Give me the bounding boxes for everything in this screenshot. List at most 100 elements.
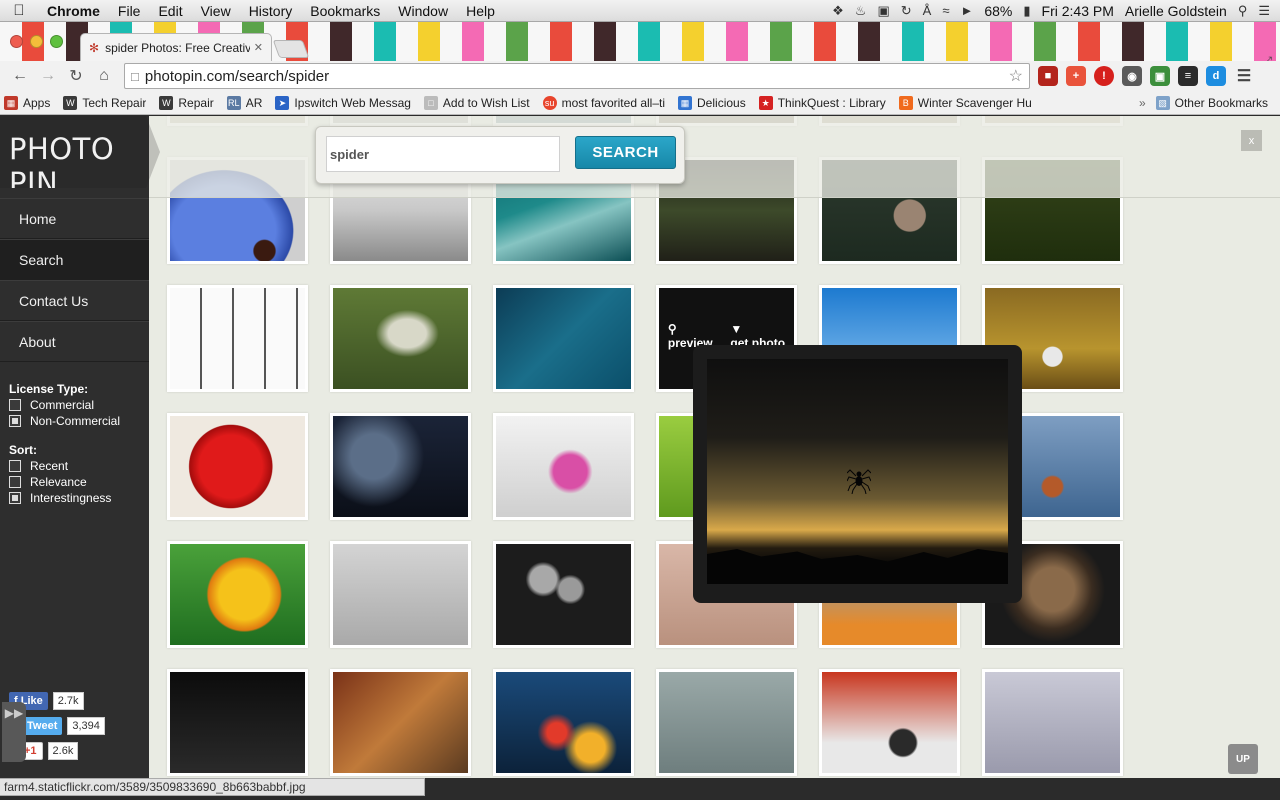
tab-close-icon[interactable]: ✕	[254, 41, 263, 54]
tweet-count: 3,394	[67, 716, 105, 735]
photo-thumb[interactable]	[493, 413, 634, 520]
apple-icon[interactable]: 	[0, 2, 38, 19]
extension-camera-icon[interactable]: ◉	[1122, 66, 1142, 86]
checkbox[interactable]	[9, 460, 21, 472]
back-arrow-icon[interactable]: ←	[6, 67, 34, 85]
photo-thumb[interactable]	[167, 541, 308, 648]
battery-percent[interactable]: 68%	[984, 3, 1012, 19]
address-url[interactable]: photopin.com/search/spider	[145, 68, 1009, 85]
bookmark-winter-scavenger[interactable]: B Winter Scavenger Hu	[898, 95, 1032, 110]
bell-icon[interactable]: ♨	[855, 3, 867, 19]
extension-alert-icon[interactable]: !	[1094, 66, 1114, 86]
sort-relevance[interactable]: Relevance	[9, 474, 120, 490]
menu-bookmarks[interactable]: Bookmarks	[301, 3, 389, 19]
zoom-icon: ⚲	[667, 322, 677, 336]
bookmark-tech-repair[interactable]: W Tech Repair	[63, 95, 146, 110]
bookmark-thinkquest[interactable]: ★ ThinkQuest : Library	[758, 95, 886, 110]
extension-plus-icon[interactable]: +	[1066, 66, 1086, 86]
sort-recent[interactable]: Recent	[9, 458, 120, 474]
photo-thumb[interactable]	[167, 285, 308, 392]
site-logo[interactable]: PHOTO PIN	[0, 116, 160, 188]
zoom-window-button[interactable]	[50, 35, 63, 48]
nav-search[interactable]: Search	[0, 239, 149, 280]
filters: License Type: Commercial Non-Commercial …	[9, 382, 120, 506]
photo-thumb[interactable]	[493, 669, 634, 776]
photo-thumb[interactable]	[819, 669, 960, 776]
scroll-up-button[interactable]: UP	[1228, 744, 1258, 774]
bluetooth-icon[interactable]: Å	[923, 3, 932, 18]
bookmark-ar[interactable]: RL AR	[226, 95, 262, 110]
photo-thumb[interactable]	[493, 285, 634, 392]
menu-app[interactable]: Chrome	[38, 3, 109, 19]
photo-thumb[interactable]	[330, 541, 471, 648]
side-panel-toggle[interactable]: ▶▶	[2, 702, 26, 762]
notification-center-icon[interactable]: ☰	[1258, 3, 1270, 19]
menu-edit[interactable]: Edit	[149, 3, 191, 19]
screen-icon[interactable]: ▣	[877, 3, 889, 19]
stumbleupon-icon: su	[542, 95, 557, 110]
bookmark-repair[interactable]: W Repair	[159, 95, 214, 110]
extension-buffer-icon[interactable]: ≡	[1178, 66, 1198, 86]
wifi-icon[interactable]: ≈	[942, 3, 949, 18]
checkbox[interactable]	[9, 399, 21, 411]
dropbox-icon[interactable]: ❖	[832, 3, 844, 19]
sort-interestingness[interactable]: Interestingness	[9, 490, 120, 506]
bookmark-ipswitch[interactable]: ➤ Ipswitch Web Messag	[275, 95, 411, 110]
menu-window[interactable]: Window	[389, 3, 457, 19]
menu-history[interactable]: History	[240, 3, 302, 19]
checkbox[interactable]	[9, 492, 21, 504]
bookmark-apps[interactable]: ▦ Apps	[4, 95, 50, 110]
minimize-window-button[interactable]	[30, 35, 43, 48]
extension-d-icon[interactable]: d	[1206, 66, 1226, 86]
folder-icon: ▧	[1155, 95, 1170, 110]
photo-thumb[interactable]	[656, 669, 797, 776]
battery-icon[interactable]: ▮	[1023, 3, 1030, 19]
photo-thumb[interactable]	[167, 413, 308, 520]
license-non-commercial[interactable]: Non-Commercial	[9, 413, 120, 429]
photo-thumb[interactable]	[167, 669, 308, 776]
reload-icon[interactable]: ↻	[62, 66, 90, 86]
new-tab-button[interactable]	[272, 40, 310, 58]
chrome-menu-icon[interactable]: ☰	[1234, 66, 1254, 86]
search-button[interactable]: SEARCH	[575, 136, 676, 169]
nav-contact-us[interactable]: Contact Us	[0, 280, 149, 321]
photo-thumb[interactable]	[330, 285, 471, 392]
nav-home[interactable]: Home	[0, 198, 149, 239]
bookmark-star-icon[interactable]: ☆	[1009, 66, 1023, 86]
search-input[interactable]	[326, 136, 560, 172]
volume-icon[interactable]: ►	[960, 3, 973, 18]
status-bar: farm4.staticflickr.com/3589/3509833690_8…	[0, 778, 425, 796]
spotlight-icon[interactable]: ⚲	[1238, 3, 1248, 19]
bookmark-other[interactable]: ▧ Other Bookmarks	[1155, 95, 1268, 110]
photo-thumb[interactable]	[330, 413, 471, 520]
extension-evernote-icon[interactable]: ▣	[1150, 66, 1170, 86]
time-machine-icon[interactable]: ↻	[901, 3, 912, 19]
photo-thumb[interactable]	[493, 541, 634, 648]
extension-adblock-icon[interactable]: ■	[1038, 66, 1058, 86]
wordpress-icon: W	[63, 95, 78, 110]
clock[interactable]: Fri 2:43 PM	[1042, 3, 1114, 19]
close-button[interactable]: x	[1241, 130, 1262, 151]
menu-view[interactable]: View	[192, 3, 240, 19]
site-nav: Home Search Contact Us About	[0, 198, 149, 362]
home-icon[interactable]: ⌂	[90, 67, 118, 85]
forward-arrow-icon[interactable]: →	[34, 67, 62, 85]
bookmarks-overflow-icon[interactable]: »	[1139, 96, 1146, 110]
photo-thumb[interactable]	[982, 669, 1123, 776]
menu-help[interactable]: Help	[457, 3, 504, 19]
bookmark-delicious[interactable]: ▦ Delicious	[678, 95, 746, 110]
menu-file[interactable]: File	[109, 3, 150, 19]
address-bar[interactable]: □ photopin.com/search/spider ☆	[124, 63, 1030, 89]
photo-thumb[interactable]	[330, 669, 471, 776]
checkbox[interactable]	[9, 476, 21, 488]
bookmark-wish-list[interactable]: □ Add to Wish List	[423, 95, 530, 110]
spider-favicon-icon: ✻	[89, 40, 100, 55]
checkbox[interactable]	[9, 415, 21, 427]
bookmark-most-favorited[interactable]: su most favorited all–ti	[542, 95, 665, 110]
nav-about[interactable]: About	[0, 321, 149, 362]
license-commercial[interactable]: Commercial	[9, 397, 120, 413]
tab-active[interactable]: ✻ spider Photos: Free Creative ✕	[80, 33, 272, 61]
user-name[interactable]: Arielle Goldstein	[1125, 3, 1227, 19]
rl-icon: RL	[226, 95, 241, 110]
close-window-button[interactable]	[10, 35, 23, 48]
